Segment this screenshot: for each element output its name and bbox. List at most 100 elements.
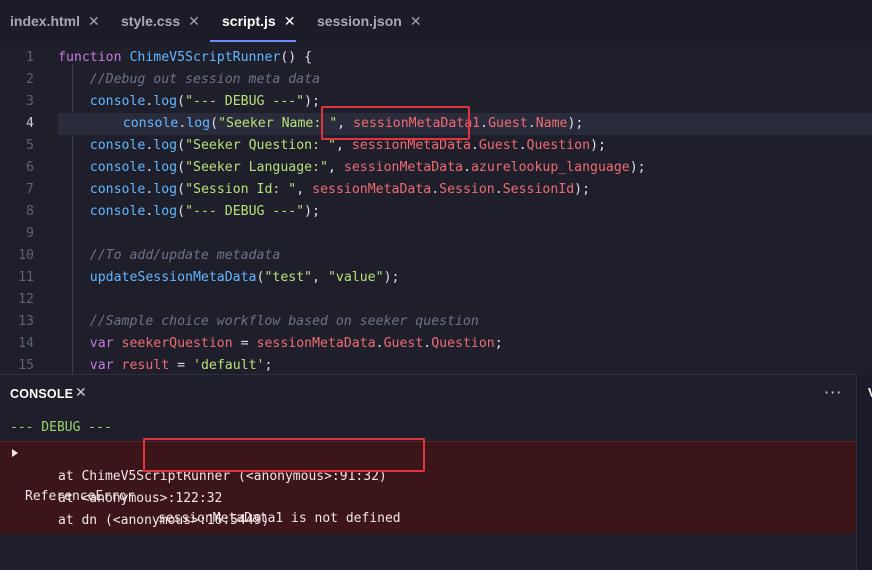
code-line[interactable]: 11 updateSessionMetaData("test", "value"… xyxy=(0,267,872,289)
code-line[interactable]: 14 var seekerQuestion = sessionMetaData.… xyxy=(0,333,872,355)
code-text: //Debug out session meta data xyxy=(58,69,320,91)
code-token: = xyxy=(232,336,257,351)
code-token: sessionMetaData xyxy=(343,160,463,175)
close-icon[interactable]: ✕ xyxy=(188,13,200,30)
editor-tab-bar: index.html ✕ style.css ✕ script.js ✕ ses… xyxy=(0,0,872,42)
code-token: , xyxy=(335,138,352,153)
line-number: 12 xyxy=(18,292,34,307)
console-panel: CONSOLE ✕ ··· --- DEBUG --- ReferenceErr… xyxy=(0,374,856,570)
close-icon[interactable]: ✕ xyxy=(410,13,422,30)
code-token: ( xyxy=(210,116,219,131)
code-token: . xyxy=(470,138,479,153)
code-token: . xyxy=(431,182,440,197)
code-line[interactable]: 1 function ChimeV5ScriptRunner() { xyxy=(0,47,872,69)
expand-triangle-icon[interactable] xyxy=(12,449,18,457)
code-token: log xyxy=(153,160,178,175)
code-token: . xyxy=(480,116,489,131)
tab-script-js[interactable]: script.js ✕ xyxy=(222,0,295,42)
code-token: sessionMetaData1 xyxy=(353,116,481,131)
code-token: Session xyxy=(439,182,495,197)
code-token: function xyxy=(58,50,130,65)
line-number: 2 xyxy=(26,72,34,87)
code-token: ( xyxy=(177,94,186,109)
close-icon[interactable]: ✕ xyxy=(75,385,87,401)
line-number: 7 xyxy=(26,182,34,197)
close-icon[interactable]: ✕ xyxy=(284,13,296,30)
error-summary-row[interactable]: ReferenceError sessionMetaData1 is not d… xyxy=(0,442,856,526)
console-header: CONSOLE ✕ ··· xyxy=(0,375,856,413)
code-line[interactable]: 6 console. log("Seeker Language:", sessio… xyxy=(0,157,872,179)
code-token: var xyxy=(89,358,122,373)
code-token: ); xyxy=(567,116,584,131)
code-token: , xyxy=(312,270,328,285)
code-text: //Sample choice workflow based on seeker… xyxy=(58,311,479,333)
code-line[interactable]: 12 xyxy=(0,289,872,311)
code-token: //Debug out session meta data xyxy=(58,72,321,87)
tab-session-json[interactable]: session.json ✕ xyxy=(317,0,422,42)
line-number: 9 xyxy=(26,226,34,241)
code-token: "--- DEBUG ---" xyxy=(185,204,305,219)
code-text: console. log("Seeker Language:", sessionM… xyxy=(58,157,646,179)
code-line[interactable]: 5 console. log("Seeker Question: ", sessi… xyxy=(0,135,872,157)
code-line[interactable]: 10 //To add/update metadata xyxy=(0,245,872,267)
code-text: console.log("--- DEBUG ---"); xyxy=(58,91,320,113)
code-token: ( xyxy=(177,204,186,219)
code-token: "value" xyxy=(327,270,384,285)
code-token: ; xyxy=(264,358,273,373)
code-token: Question xyxy=(526,138,591,153)
code-text: console. log("Seeker Question: ", session… xyxy=(58,135,606,157)
code-token: seekerQuestion xyxy=(121,336,233,351)
code-token: , xyxy=(296,182,313,197)
code-token: console xyxy=(122,116,179,131)
code-token: ( xyxy=(177,182,186,197)
close-icon[interactable]: ✕ xyxy=(88,13,100,30)
code-token: "test" xyxy=(264,270,313,285)
code-token: ); xyxy=(304,204,321,219)
side-panel-label: V xyxy=(868,386,872,400)
code-token: ); xyxy=(590,138,606,153)
code-token: ChimeV5ScriptRunner xyxy=(129,50,281,65)
code-token: Guest xyxy=(383,336,424,351)
line-number: 13 xyxy=(18,314,34,329)
code-line[interactable]: 4 console. log("Seeker Name: ", sessionMe… xyxy=(26,113,872,135)
code-token: "--- DEBUG ---" xyxy=(185,94,305,109)
code-line[interactable]: 13 //Sample choice workflow based on see… xyxy=(0,311,872,333)
more-options-icon[interactable]: ··· xyxy=(824,383,842,402)
code-line[interactable]: 8 console.log("--- DEBUG ---"); xyxy=(0,201,872,223)
code-token: ( xyxy=(177,138,186,153)
tab-index-html[interactable]: index.html ✕ xyxy=(10,0,100,42)
code-text: var seekerQuestion = sessionMetaData.Gue… xyxy=(58,333,503,355)
line-number: 14 xyxy=(18,336,34,351)
code-token: updateSessionMetaData xyxy=(89,270,257,285)
code-text: console. log("Seeker Name: ", sessionMeta… xyxy=(91,113,584,135)
code-token: log xyxy=(153,204,178,219)
code-line[interactable]: 9 xyxy=(0,223,872,245)
code-text: //To add/update metadata xyxy=(58,245,281,267)
stack-frame[interactable]: at dn (<anonymous>:16:5449) xyxy=(58,510,269,532)
code-token: console xyxy=(89,138,146,153)
console-title: CONSOLE xyxy=(10,387,74,401)
code-token: console xyxy=(89,94,146,109)
stack-frame[interactable]: at ChimeV5ScriptRunner (<anonymous>:91:3… xyxy=(58,466,387,488)
stack-frame[interactable]: at <anonymous>:122:32 xyxy=(58,488,222,510)
code-editor[interactable]: 1 function ChimeV5ScriptRunner() {2 //Deb… xyxy=(0,42,872,374)
code-token: //Sample choice workflow based on seeker… xyxy=(58,314,479,329)
code-line[interactable]: 15 var result = 'default'; xyxy=(0,355,872,374)
code-line[interactable]: 3 console.log("--- DEBUG ---"); xyxy=(0,91,872,113)
tab-style-css[interactable]: style.css ✕ xyxy=(121,0,200,42)
code-token: Guest xyxy=(478,138,519,153)
console-log-line: --- DEBUG --- xyxy=(10,420,112,435)
code-line[interactable]: 2 //Debug out session meta data xyxy=(0,69,872,91)
code-token: . xyxy=(462,160,471,175)
line-number: 10 xyxy=(18,248,34,263)
code-token: "Seeker Language:" xyxy=(185,160,328,175)
code-token: azurelookup_language xyxy=(470,160,630,175)
code-token: . xyxy=(518,138,527,153)
code-text: function ChimeV5ScriptRunner() { xyxy=(58,47,312,69)
code-line[interactable]: 7 console. log("Session Id: ", sessionMet… xyxy=(0,179,872,201)
